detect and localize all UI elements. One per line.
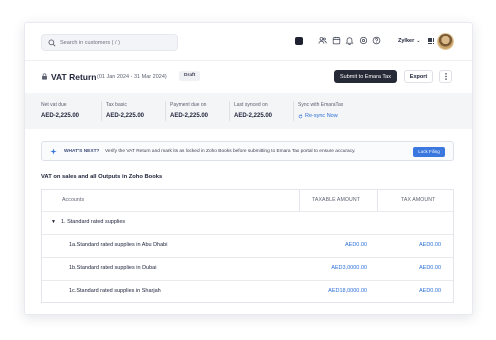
column-header-taxable-amount: TAXABLE AMOUNT: [312, 197, 360, 203]
divider: [101, 101, 102, 121]
table-row: 1b.Standard rated supplies in Dubai AED3…: [42, 257, 453, 280]
avatar[interactable]: [437, 33, 454, 50]
resync-link[interactable]: Re-sync Now: [298, 113, 343, 119]
summary-value: AED-2,225.00: [234, 113, 273, 119]
vat-summary: Net vat due AED-2,225.00 Tax basic AED-2…: [25, 93, 472, 129]
section-title: VAT on sales and all Outputs in Zoho Boo…: [41, 174, 163, 180]
summary-label: Last synced on: [234, 102, 268, 108]
lock-filing-button[interactable]: Lock Filing: [413, 146, 445, 157]
summary-payment-due-on: Payment due on AED-2,225.00: [170, 102, 208, 119]
summary-label: Tax basic: [106, 102, 127, 108]
search-box[interactable]: [41, 34, 178, 51]
refresh-icon: [298, 114, 303, 118]
org-name: Zylker: [398, 38, 415, 44]
column-header-accounts: Accounts: [62, 197, 85, 203]
banner-heading: WHAT'S NEXT?: [64, 148, 100, 154]
divider: [299, 190, 300, 211]
summary-label: Payment due on: [170, 102, 207, 108]
calendar-icon[interactable]: [332, 36, 341, 45]
more-vertical-icon: [444, 73, 447, 80]
app-square-icon[interactable]: [295, 36, 303, 45]
vat-table: Accounts TAXABLE AMOUNT TAX AMOUNT ▼ 1. …: [41, 189, 454, 303]
summary-label: Net vat due: [41, 102, 67, 108]
whats-next-banner: WHAT'S NEXT? Verify the VAT Return and m…: [41, 141, 454, 161]
page-title: VAT Return: [51, 72, 97, 82]
summary-sync: Sync with EmaraTax Re-sync Now: [298, 102, 343, 119]
summary-value: AED-2,225.00: [106, 113, 145, 119]
tax-amount-link[interactable]: AED0.00: [419, 288, 441, 294]
taxable-amount-link[interactable]: AED3,0000.00: [331, 265, 367, 271]
summary-tax-basic: Tax basic AED-2,225.00: [106, 102, 144, 119]
help-icon[interactable]: [372, 36, 381, 45]
summary-net-vat-due: Net vat due AED-2,225.00: [41, 102, 79, 119]
divider: [42, 211, 453, 212]
summary-value: AED-2,225.00: [41, 113, 80, 119]
account-name: 1a.Standard rated supplies in Abu Dhabi: [69, 242, 168, 248]
app-window: Zylker ⌄ VAT Return (01 Jan 2024 - 31 Ma…: [24, 22, 473, 315]
divider: [293, 101, 294, 121]
divider: [165, 101, 166, 121]
header-icons: [295, 36, 386, 45]
table-row: 1a.Standard rated supplies in Abu Dhabi …: [42, 234, 453, 257]
chevron-down-icon: ⌄: [416, 38, 421, 44]
banner-message: Verify the VAT Return and mark its as lo…: [105, 148, 356, 154]
group-label: 1. Standard rated supplies: [60, 219, 126, 225]
submit-button[interactable]: Submit to Emara Tax: [334, 70, 397, 83]
users-icon[interactable]: [318, 36, 327, 45]
org-switcher[interactable]: Zylker ⌄: [398, 38, 420, 44]
status-badge: Draft: [179, 71, 201, 81]
page-header: VAT Return (01 Jan 2024 - 31 Mar 2024) D…: [25, 61, 472, 93]
taxable-amount-link[interactable]: AED0.00: [345, 242, 367, 248]
grid-icon[interactable]: [428, 38, 434, 44]
top-header: Zylker ⌄: [25, 23, 472, 61]
summary-last-synced-on: Last synced on AED-2,225.00: [234, 102, 272, 119]
divider: [377, 190, 378, 211]
gear-icon[interactable]: [359, 36, 368, 45]
bell-icon[interactable]: [345, 36, 354, 45]
account-name: 1c.Standard rated supplies in Sharjah: [69, 288, 161, 294]
account-name: 1b.Standard rated supplies in Dubai: [69, 265, 157, 271]
return-period: (01 Jan 2024 - 31 Mar 2024): [97, 74, 167, 80]
lock-icon: [42, 73, 47, 80]
search-input[interactable]: [60, 39, 175, 46]
taxable-amount-link[interactable]: AED18,0000.00: [328, 288, 367, 294]
column-header-tax-amount: TAX AMOUNT: [401, 197, 436, 203]
divider: [229, 101, 230, 121]
more-button[interactable]: [439, 70, 452, 83]
sparkle-icon: [50, 148, 57, 155]
export-button[interactable]: Export: [404, 70, 433, 83]
resync-label: Re-sync Now: [305, 113, 338, 119]
summary-label: Sync with EmaraTax: [298, 102, 344, 108]
expand-toggle-icon[interactable]: ▼: [51, 219, 56, 225]
search-icon: [48, 39, 56, 47]
summary-value: AED-2,225.00: [170, 113, 209, 119]
group-row-standard-rated[interactable]: ▼ 1. Standard rated supplies: [51, 219, 125, 225]
table-row: 1c.Standard rated supplies in Sharjah AE…: [42, 280, 453, 303]
tax-amount-link[interactable]: AED0.00: [419, 265, 441, 271]
tax-amount-link[interactable]: AED0.00: [419, 242, 441, 248]
